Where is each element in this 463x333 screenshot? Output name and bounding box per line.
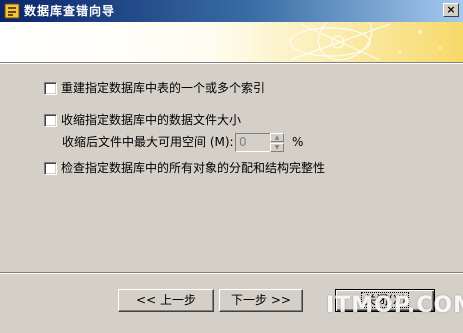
title-bar[interactable]: 数据库查错向导 × [0,0,463,22]
spin-up-icon[interactable]: ▲ [270,133,284,142]
max-free-space-spinner[interactable]: ▲ ▼ [270,133,284,152]
next-button[interactable]: 下一步 >> [219,289,303,312]
rebuild-index-checkbox[interactable] [44,82,57,95]
footer-divider-highlight [0,273,463,274]
max-free-space-label: 收缩后文件中最大可用空间 (M): [62,135,234,149]
check-integrity-checkbox[interactable] [44,162,57,175]
close-button-label: 关闭(X) [361,292,409,308]
wizard-window: 数据库查错向导 × 重建指定数据库中表的一个或多个索引 收缩指定数据库中的数据文… [0,0,463,333]
check-integrity-label: 检查指定数据库中的所有对象的分配和结构完整性 [61,161,326,175]
shrink-files-label: 收缩指定数据库中的数据文件大小 [61,113,242,127]
window-title: 数据库查错向导 [24,4,116,18]
rebuild-index-label: 重建指定数据库中表的一个或多个索引 [61,81,266,95]
percent-unit: % [292,135,304,149]
prev-button[interactable]: << 上一步 [118,289,214,312]
app-icon [4,3,20,19]
close-icon[interactable]: × [443,3,459,17]
close-button[interactable]: 关闭(X) [335,289,435,312]
header-banner [0,22,463,62]
spin-down-icon[interactable]: ▼ [270,143,284,152]
banner-divider-highlight [0,63,463,64]
shrink-files-checkbox[interactable] [44,114,57,127]
banner-decoration-icon [289,22,442,61]
max-free-space-input[interactable]: 0 [235,133,271,152]
